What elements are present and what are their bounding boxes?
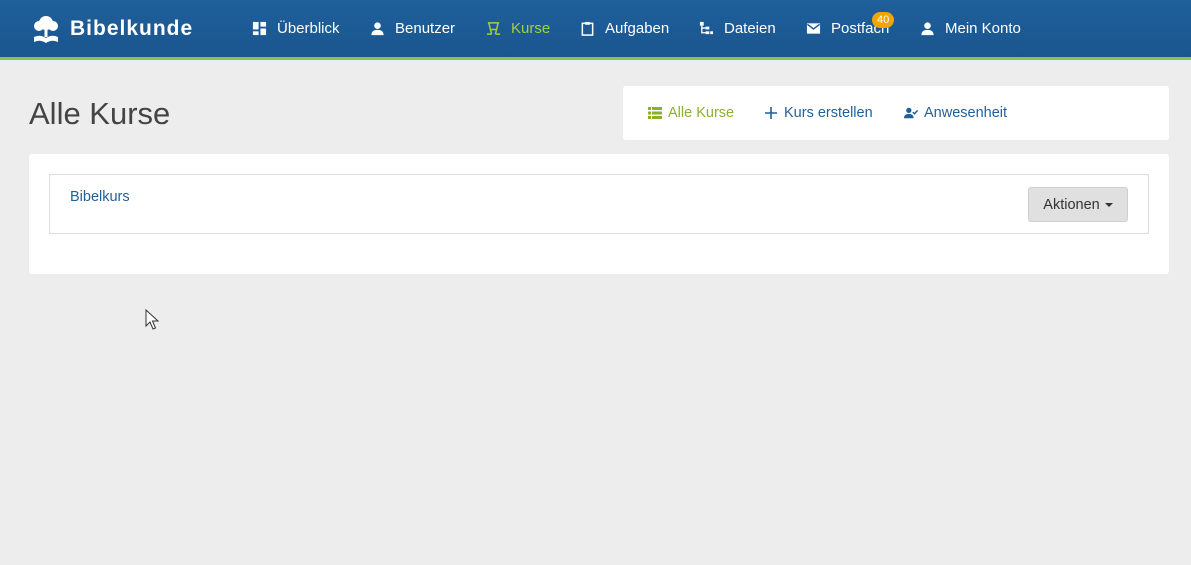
user-check-icon bbox=[904, 107, 918, 119]
page-title: Alle Kurse bbox=[29, 96, 171, 131]
clipboard-icon bbox=[581, 21, 594, 36]
nav-item-benutzer[interactable]: Benutzer bbox=[370, 0, 455, 57]
attendance-link[interactable]: Anwesenheit bbox=[904, 86, 1007, 140]
plus-icon bbox=[765, 107, 777, 119]
nav-item-label: Kurse bbox=[511, 20, 551, 37]
nav-item-dateien[interactable]: Dateien bbox=[699, 0, 776, 57]
list-icon bbox=[648, 107, 662, 119]
file-tree-icon bbox=[699, 21, 714, 35]
course-link[interactable]: Bibelkurs bbox=[70, 189, 130, 205]
create-course-link[interactable]: Kurs erstellen bbox=[764, 86, 873, 140]
nav-item-label: Aufgaben bbox=[605, 20, 670, 37]
actions-dropdown-button[interactable]: Aktionen bbox=[1028, 187, 1128, 222]
user-icon bbox=[921, 22, 934, 36]
unread-count-badge: 40 bbox=[872, 12, 895, 28]
nav-item-aufgaben[interactable]: Aufgaben bbox=[580, 0, 669, 57]
nav-item-label: Benutzer bbox=[395, 20, 456, 37]
nav-item-label: Dateien bbox=[724, 20, 776, 37]
nav-item-uberblick[interactable]: Überblick bbox=[252, 0, 340, 57]
mail-icon bbox=[806, 23, 821, 34]
dashboard-icon bbox=[252, 21, 267, 36]
caret-down-icon bbox=[1104, 202, 1113, 207]
nav-item-label: Mein Konto bbox=[945, 20, 1021, 37]
nav-item-label: Überblick bbox=[277, 20, 340, 37]
page-actions-panel: Alle Kurse Kurs erstellen Anwesenheit bbox=[623, 86, 1169, 140]
mouse-cursor-icon bbox=[145, 309, 159, 330]
nav-item-postfach[interactable]: Postfach 40 bbox=[806, 0, 895, 57]
actions-dropdown-label: Aktionen bbox=[1043, 196, 1100, 213]
action-label: Alle Kurse bbox=[668, 105, 735, 121]
chalkboard-teacher-icon bbox=[486, 22, 501, 35]
brand-name: Bibelkunde bbox=[70, 17, 194, 40]
all-courses-link[interactable]: Alle Kurse bbox=[648, 86, 734, 140]
user-icon bbox=[371, 22, 384, 36]
brand[interactable]: Bibelkunde bbox=[30, 12, 193, 46]
top-navbar: Bibelkunde Überblick Benutzer Kurse Aufg… bbox=[0, 0, 1191, 60]
tree-book-icon bbox=[34, 16, 58, 43]
list-item: Bibelkurs Aktionen bbox=[49, 174, 1149, 234]
courses-card: Bibelkurs Aktionen bbox=[29, 154, 1169, 274]
nav-item-mein-konto[interactable]: Mein Konto bbox=[920, 0, 1021, 57]
action-label: Kurs erstellen bbox=[784, 105, 873, 121]
nav-item-kurse[interactable]: Kurse bbox=[486, 0, 550, 57]
action-label: Anwesenheit bbox=[924, 105, 1008, 121]
